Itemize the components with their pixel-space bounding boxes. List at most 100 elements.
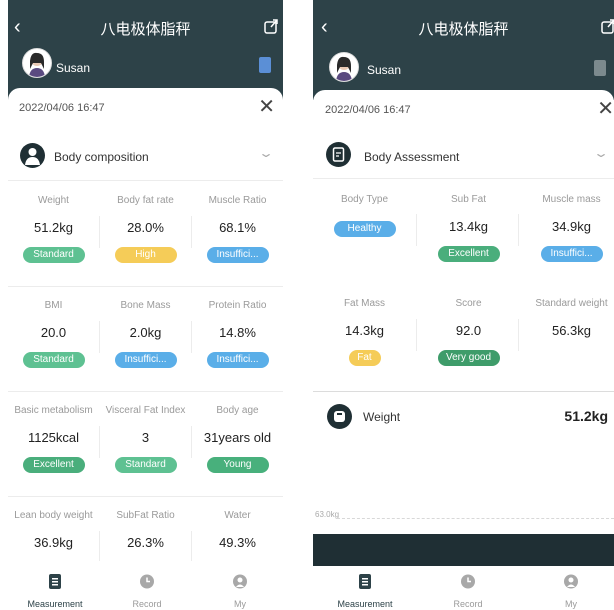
metric-value: 14.8% (219, 325, 256, 340)
status-badge: Standard (114, 457, 177, 473)
metric-label: Basic metabolism (14, 405, 93, 416)
status-badge: Standard (22, 247, 85, 263)
share-icon[interactable] (600, 18, 614, 34)
right-screen: ‹ 八电极体脂秤 Susan 2022/04/06 16:47 ✕ Body A… (313, 0, 614, 610)
status-badge: Insuffici... (206, 352, 269, 368)
divider (313, 178, 614, 179)
metric-water: Water 49.3% (192, 510, 283, 550)
divider (99, 426, 100, 458)
clock-icon (140, 574, 154, 589)
metric-label: BMI (44, 300, 63, 311)
clipboard-icon (326, 142, 351, 167)
close-icon[interactable]: ✕ (597, 98, 614, 120)
app-header: ‹ 八电极体脂秤 Susan (8, 0, 283, 100)
result-card: 2022/04/06 16:47 ✕ Body composition ⌄ We… (8, 88, 283, 610)
divider (313, 391, 614, 392)
chevron-down-icon[interactable]: ⌄ (593, 146, 609, 160)
tab-label: My (234, 599, 246, 609)
tab-measurement[interactable]: Measurement (325, 574, 405, 609)
status-badge: Insuffici... (540, 246, 603, 262)
metric-label: Muscle Ratio (208, 195, 267, 206)
section-title: Body Assessment (364, 150, 460, 164)
close-icon[interactable]: ✕ (258, 96, 275, 118)
divider (518, 319, 519, 351)
metric-weight: Weight 51.2kg Standard (8, 195, 99, 263)
tab-measurement[interactable]: Measurement (15, 574, 95, 609)
person-icon (233, 574, 247, 589)
divider (416, 319, 417, 351)
measurement-date: 2022/04/06 16:47 (325, 104, 411, 116)
metric-value: 1125kcal (27, 430, 80, 445)
metric-basic-metabolism: Basic metabolism 1125kcal Excellent (8, 405, 99, 473)
bottom-tab-bar: Measurement Record My (313, 566, 614, 610)
document-icon (359, 574, 371, 589)
status-badge: Standard (22, 352, 85, 368)
metric-value: 31years old (203, 430, 272, 445)
metric-bmi: BMI 20.0 Standard (8, 300, 99, 368)
avatar[interactable] (22, 48, 52, 78)
app-title: 八电极体脂秤 (100, 21, 191, 38)
divider (416, 214, 417, 246)
metric-value: 2.0kg (129, 325, 162, 340)
profile-switch-button[interactable] (259, 57, 271, 73)
metric-label: Muscle mass (542, 194, 601, 205)
tab-label: Measurement (27, 599, 83, 609)
clock-icon (461, 574, 475, 589)
body-silhouette-icon (20, 143, 45, 168)
app-title: 八电极体脂秤 (418, 21, 509, 38)
metric-label: Protein Ratio (208, 300, 267, 311)
avatar[interactable] (329, 52, 359, 82)
document-icon (49, 574, 61, 589)
metric-muscle-ratio: Muscle Ratio 68.1% Insuffici... (192, 195, 283, 263)
metric-muscle-mass: Muscle mass 34.9kg Insuffici... (526, 194, 614, 262)
tab-record[interactable]: Record (107, 574, 187, 609)
status-badge: Fat (348, 350, 381, 366)
metric-value: 92.0 (455, 323, 482, 338)
graph-axis-label: 63.0kg (315, 510, 340, 519)
metric-value: 34.9kg (551, 219, 592, 234)
metric-body-age: Body age 31years old Young (192, 405, 283, 473)
metric-label: Visceral Fat Index (105, 405, 186, 416)
divider (191, 321, 192, 353)
weight-row[interactable]: Weight 51.2kg (313, 398, 614, 438)
status-badge: Young (206, 457, 269, 473)
metric-fat-mass: Fat Mass 14.3kg Fat (319, 298, 410, 366)
metric-body-fat-rate: Body fat rate 28.0% High (100, 195, 191, 263)
tab-label: My (565, 599, 577, 609)
status-badge: Excellent (22, 457, 85, 473)
share-icon[interactable] (263, 18, 279, 34)
divider (8, 391, 283, 392)
tab-my[interactable]: My (200, 574, 280, 609)
tab-my[interactable]: My (531, 574, 611, 609)
metric-label: SubFat Ratio (116, 510, 175, 521)
tab-label: Record (453, 599, 483, 609)
metric-value: 68.1% (219, 220, 256, 235)
metric-value: 49.3% (219, 535, 256, 550)
metric-value: 3 (141, 430, 150, 445)
metric-label: Score (455, 298, 482, 309)
metric-label: Sub Fat (450, 194, 487, 205)
metric-label: Body age (216, 405, 259, 416)
metric-label: Body fat rate (117, 195, 174, 206)
metric-value: 36.9kg (33, 535, 74, 550)
profile-switch-button[interactable] (594, 60, 606, 76)
graph-gridline (337, 518, 614, 519)
section-title: Body composition (54, 150, 149, 164)
weight-value: 51.2kg (564, 408, 608, 424)
divider (99, 216, 100, 248)
metric-value: 13.4kg (448, 219, 489, 234)
tab-label: Record (132, 599, 162, 609)
metric-label: Fat Mass (343, 298, 386, 309)
metric-value: 26.3% (127, 535, 164, 550)
divider (191, 531, 192, 561)
metric-label: Weight (38, 195, 69, 206)
divider (8, 496, 283, 497)
divider (99, 321, 100, 353)
metric-sub-fat: Sub Fat 13.4kg Excellent (423, 194, 514, 262)
chevron-down-icon[interactable]: ⌄ (258, 146, 274, 160)
tab-record[interactable]: Record (428, 574, 508, 609)
app-header: ‹ 八电极体脂秤 Susan (313, 0, 614, 100)
metric-label: Standard weight (535, 298, 608, 309)
status-badge: Excellent (437, 246, 500, 262)
metric-subfat-ratio: SubFat Ratio 26.3% (100, 510, 191, 550)
